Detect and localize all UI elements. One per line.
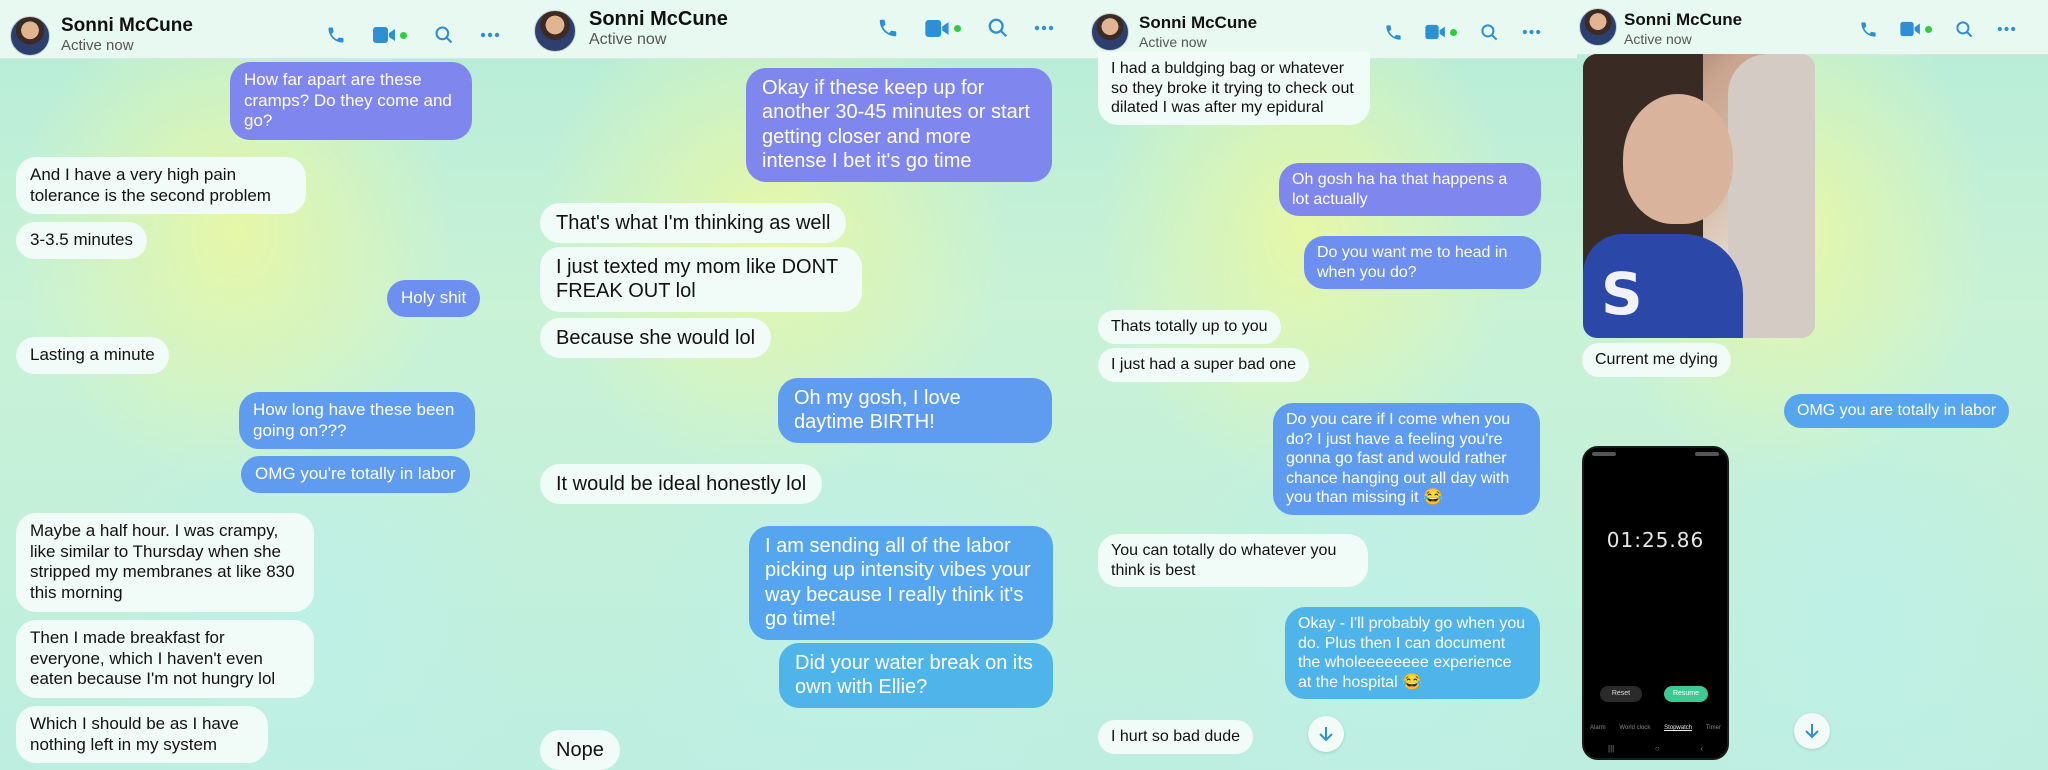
phone-icon[interactable]: [1381, 21, 1405, 43]
video-camera-icon[interactable]: [370, 24, 410, 46]
stopwatch-reset-button: Reset: [1600, 686, 1642, 702]
more-options-icon[interactable]: [1519, 21, 1543, 43]
message-incoming[interactable]: 3-3.5 minutes: [16, 222, 147, 259]
video-camera-icon[interactable]: [1898, 18, 1934, 40]
stopwatch-tab: Alarm: [1590, 725, 1606, 731]
message-incoming[interactable]: And I have a very high pain tolerance is…: [16, 157, 306, 215]
message-incoming[interactable]: Because she would lol: [540, 318, 772, 359]
phone-icon[interactable]: [324, 24, 348, 46]
contact-status: Active now: [61, 37, 134, 54]
message-incoming[interactable]: It would be ideal honestly lol: [540, 464, 823, 505]
message-incoming[interactable]: I had a buldging bag or whatever so they…: [1098, 52, 1370, 125]
message-outgoing[interactable]: How far apart are these cramps? Do they …: [230, 62, 472, 141]
stopwatch-resume-button: Resume: [1664, 686, 1708, 702]
header-actions: [1856, 18, 2018, 40]
search-icon[interactable]: [986, 17, 1010, 39]
more-options-icon[interactable]: [478, 24, 502, 46]
message-incoming[interactable]: I hurt so bad dude: [1098, 720, 1253, 754]
message-outgoing[interactable]: Oh my gosh, I love daytime BIRTH!: [778, 378, 1052, 443]
scroll-down-button[interactable]: [1794, 713, 1830, 749]
more-options-icon[interactable]: [1994, 18, 2018, 40]
message-outgoing[interactable]: How long have these been going on???: [239, 392, 475, 450]
contact-name: Sonni McCune: [1624, 10, 1743, 29]
message-outgoing[interactable]: OMG you are totally in labor: [1784, 394, 2010, 428]
scroll-down-icon: [1805, 724, 1819, 739]
chat-panel-2: Sonni McCune Active now Okay if these ke…: [522, 0, 1083, 770]
contact-status: Active now: [1624, 31, 1692, 47]
message-incoming[interactable]: Maybe a half hour. I was crampy, like si…: [16, 513, 314, 612]
message-incoming[interactable]: I just texted my mom like DONT FREAK OUT…: [540, 247, 862, 312]
header-actions: [1381, 21, 1543, 43]
contact-status: Active now: [589, 31, 667, 48]
search-icon[interactable]: [432, 24, 456, 46]
contact-status: Active now: [1139, 34, 1207, 50]
message-incoming[interactable]: Current me dying: [1582, 343, 1731, 377]
contact-name: Sonni McCune: [1139, 13, 1258, 32]
header-actions: [876, 17, 1056, 39]
message-outgoing[interactable]: Do you want me to head in when you do?: [1304, 236, 1541, 290]
message-incoming[interactable]: Lasting a minute: [16, 337, 169, 374]
message-incoming[interactable]: I just had a super bad one: [1098, 348, 1310, 382]
message-outgoing[interactable]: Oh gosh ha ha that happens a lot actuall…: [1279, 163, 1541, 217]
message-incoming[interactable]: That's what I'm thinking as well: [540, 203, 847, 244]
scroll-down-button[interactable]: [1308, 716, 1344, 752]
contact-name: Sonni McCune: [61, 15, 193, 36]
avatar[interactable]: [1579, 8, 1617, 46]
contact-name: Sonni McCune: [589, 8, 728, 30]
more-options-icon[interactable]: [1032, 17, 1056, 39]
message-outgoing[interactable]: OMG you're totally in labor: [241, 456, 470, 493]
search-icon[interactable]: [1477, 21, 1501, 43]
message-outgoing[interactable]: I am sending all of the labor picking up…: [749, 526, 1053, 640]
message-outgoing[interactable]: Holy shit: [387, 280, 481, 317]
avatar[interactable]: [534, 10, 576, 52]
header-actions: [324, 24, 502, 46]
phone-icon[interactable]: [876, 17, 900, 39]
video-camera-icon[interactable]: [1423, 21, 1459, 43]
phone-icon[interactable]: [1856, 18, 1880, 40]
stopwatch-tab-active: Stopwatch: [1664, 725, 1693, 731]
stopwatch-tab: Timer: [1705, 725, 1721, 731]
chat-panel-1: Sonni McCune Active now How far apart ar…: [0, 0, 523, 770]
message-incoming[interactable]: Thats totally up to you: [1098, 310, 1281, 344]
chat-header: Sonni McCune Active now: [1082, 0, 1577, 59]
message-incoming[interactable]: Which I should be as I have nothing left…: [16, 706, 268, 764]
shirt-letter: S: [1601, 260, 1643, 328]
stopwatch-time: 01:25.86: [1606, 528, 1705, 552]
chat-header: Sonni McCune Active now: [522, 0, 1082, 59]
message-incoming[interactable]: You can totally do whatever you think is…: [1098, 534, 1368, 588]
chat-panel-3: Sonni McCune Active now I had a buldging…: [1082, 0, 1578, 770]
message-outgoing[interactable]: Did your water break on its own with Ell…: [779, 643, 1053, 708]
chat-header: Sonni McCune Active now: [0, 0, 522, 59]
avatar[interactable]: [10, 16, 50, 56]
message-outgoing[interactable]: Okay if these keep up for another 30-45 …: [746, 68, 1052, 182]
home-icon: ○: [1654, 744, 1660, 753]
stopwatch-tabs: Alarm World clock Stopwatch Timer: [1590, 725, 1721, 731]
recents-icon: |||: [1608, 744, 1615, 753]
video-camera-icon[interactable]: [922, 17, 964, 39]
message-outgoing[interactable]: Okay - I'll probably go when you do. Plu…: [1285, 607, 1540, 700]
chat-header: Sonni McCune Active now: [1577, 0, 2048, 55]
message-incoming[interactable]: Nope: [540, 730, 620, 770]
message-incoming[interactable]: Then I made breakfast for everyone, whic…: [16, 620, 314, 699]
scroll-down-icon: [1319, 727, 1333, 742]
stopwatch-screenshot-attachment[interactable]: 01:25.86 Reset Resume Alarm World clock …: [1582, 446, 1729, 760]
stopwatch-tab: World clock: [1619, 725, 1651, 731]
android-nav-bar: ||| ○ ‹: [1608, 744, 1703, 753]
search-icon[interactable]: [1952, 18, 1976, 40]
message-outgoing[interactable]: Do you care if I come when you do? I jus…: [1273, 403, 1540, 515]
back-icon: ‹: [1700, 744, 1703, 753]
photo-attachment[interactable]: S: [1583, 54, 1815, 338]
avatar[interactable]: [1091, 13, 1129, 51]
